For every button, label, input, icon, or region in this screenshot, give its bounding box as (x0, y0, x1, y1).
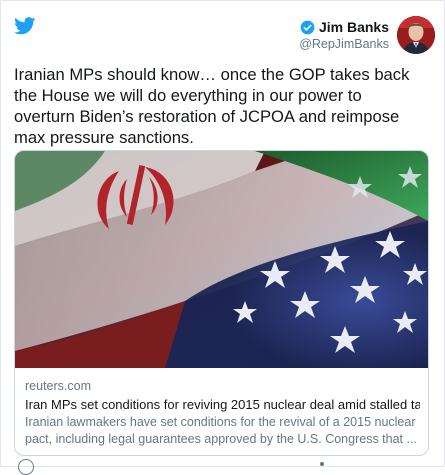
info-icon[interactable] (18, 459, 34, 475)
more-dot-icon (320, 462, 324, 466)
twitter-bird-icon[interactable] (14, 17, 36, 35)
tweet-text: Iranian MPs should know… once the GOP ta… (14, 65, 410, 147)
card-domain: reuters.com (25, 379, 91, 393)
card-image[interactable] (15, 151, 428, 368)
verified-badge-icon (300, 20, 315, 34)
card-description: Iranian lawmakers have set conditions fo… (25, 415, 417, 446)
avatar[interactable] (397, 16, 435, 54)
card-meta[interactable]: reuters.com Iran MPs set conditions for … (25, 379, 420, 448)
author-block[interactable]: Jim Banks @RepJimBanks (299, 19, 389, 51)
card-title[interactable]: Iran MPs set conditions for reviving 201… (25, 397, 420, 412)
link-card[interactable]: reuters.com Iran MPs set conditions for … (14, 150, 429, 456)
author-name[interactable]: Jim Banks (319, 19, 389, 35)
author-handle[interactable]: @RepJimBanks (299, 37, 389, 51)
